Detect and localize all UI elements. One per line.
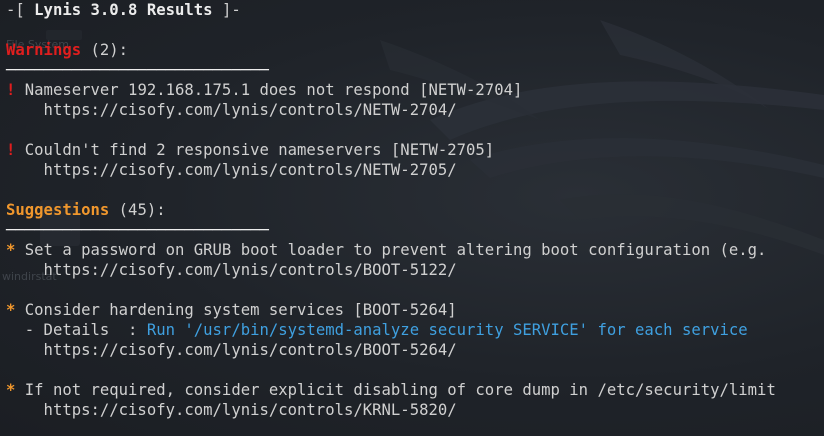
suggestion-details-line: - Details : Run '/usr/bin/systemd-analyz…: [6, 320, 776, 340]
warnings-heading: Warnings (2):: [6, 40, 776, 60]
warnings-rule: ────────────────────────────: [6, 60, 776, 80]
suggestion-item: * Set a password on GRUB boot loader to …: [6, 240, 776, 260]
details-label: - Details :: [6, 321, 147, 339]
header-prefix: -[: [6, 1, 35, 19]
suggestion-item: * Consider hardening system services [BO…: [6, 300, 776, 320]
warning-bullet-icon: !: [6, 141, 16, 159]
suggestion-url[interactable]: https://cisofy.com/lynis/controls/KRNL-5…: [6, 401, 457, 419]
warning-text: Couldn't find 2 responsive nameservers […: [15, 141, 495, 159]
warnings-title: Warnings: [6, 41, 82, 59]
suggestions-title: Suggestions: [6, 201, 110, 219]
suggestion-url[interactable]: https://cisofy.com/lynis/controls/BOOT-5…: [6, 261, 457, 279]
terminal-window[interactable]: File System windirstat -[ Lynis 3.0.8 Re…: [0, 0, 824, 436]
suggestion-item: * If not required, consider explicit dis…: [6, 380, 776, 400]
warning-url-line: https://cisofy.com/lynis/controls/NETW-2…: [6, 160, 776, 180]
warning-url[interactable]: https://cisofy.com/lynis/controls/NETW-2…: [6, 101, 457, 119]
warning-text: Nameserver 192.168.175.1 does not respon…: [15, 81, 523, 99]
header-title: Lynis 3.0.8 Results: [34, 1, 213, 19]
suggestion-url-line: https://cisofy.com/lynis/controls/BOOT-5…: [6, 260, 776, 280]
warnings-count: (2):: [81, 41, 129, 59]
suggestion-bullet-icon: *: [6, 301, 16, 319]
terminal-output: -[ Lynis 3.0.8 Results ]- Warnings (2): …: [6, 0, 776, 420]
results-header: -[ Lynis 3.0.8 Results ]-: [6, 0, 776, 20]
suggestion-bullet-icon: *: [6, 241, 16, 259]
suggestions-count: (45):: [109, 201, 166, 219]
suggestions-rule: ────────────────────────────: [6, 220, 776, 240]
suggestion-url-line: https://cisofy.com/lynis/controls/BOOT-5…: [6, 340, 776, 360]
warning-item: ! Nameserver 192.168.175.1 does not resp…: [6, 80, 776, 100]
suggestion-text: If not required, consider explicit disab…: [15, 381, 776, 399]
suggestion-url-line: https://cisofy.com/lynis/controls/KRNL-5…: [6, 400, 776, 420]
warning-url-line: https://cisofy.com/lynis/controls/NETW-2…: [6, 100, 776, 120]
details-value: Run '/usr/bin/systemd-analyze security S…: [146, 321, 748, 339]
warnings-divider: ────────────────────────────: [6, 61, 269, 79]
header-suffix: ]-: [212, 1, 241, 19]
warning-bullet-icon: !: [6, 81, 16, 99]
suggestion-bullet-icon: *: [6, 381, 16, 399]
suggestion-text: Set a password on GRUB boot loader to pr…: [15, 241, 767, 259]
suggestions-divider: ────────────────────────────: [6, 221, 269, 239]
suggestion-url[interactable]: https://cisofy.com/lynis/controls/BOOT-5…: [6, 341, 457, 359]
suggestion-text: Consider hardening system services [BOOT…: [15, 301, 457, 319]
warning-item: ! Couldn't find 2 responsive nameservers…: [6, 140, 776, 160]
suggestions-heading: Suggestions (45):: [6, 200, 776, 220]
warning-url[interactable]: https://cisofy.com/lynis/controls/NETW-2…: [6, 161, 457, 179]
